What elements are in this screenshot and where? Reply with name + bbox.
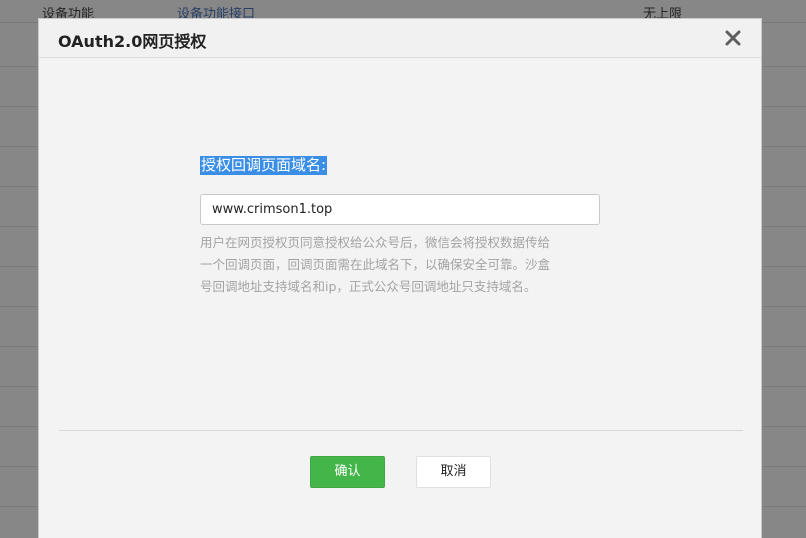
footer-divider: [59, 430, 743, 431]
oauth-dialog: OAuth2.0网页授权 授权回调页面域名: 用户在网页授权页同意授权给公众号后…: [38, 18, 762, 538]
help-text-line: 一个回调页面，回调页面需在此域名下，以确保安全可靠。沙盒: [200, 257, 551, 272]
help-text-line: 用户在网页授权页同意授权给公众号后，微信会将授权数据传给: [200, 235, 551, 250]
close-button[interactable]: [723, 28, 743, 48]
close-icon: [725, 30, 741, 46]
cancel-button[interactable]: 取消: [416, 456, 491, 488]
callback-domain-label: 授权回调页面域名:: [200, 156, 328, 175]
help-text-line: 号回调地址支持域名和ip，正式公众号回调地址只支持域名。: [200, 279, 537, 294]
callback-domain-input[interactable]: [200, 194, 600, 225]
help-text: 用户在网页授权页同意授权给公众号后，微信会将授权数据传给 一个回调页面，回调页面…: [200, 232, 600, 298]
confirm-button[interactable]: 确认: [310, 456, 385, 488]
dialog-title: OAuth2.0网页授权: [58, 32, 207, 51]
dialog-header: OAuth2.0网页授权: [39, 19, 761, 58]
